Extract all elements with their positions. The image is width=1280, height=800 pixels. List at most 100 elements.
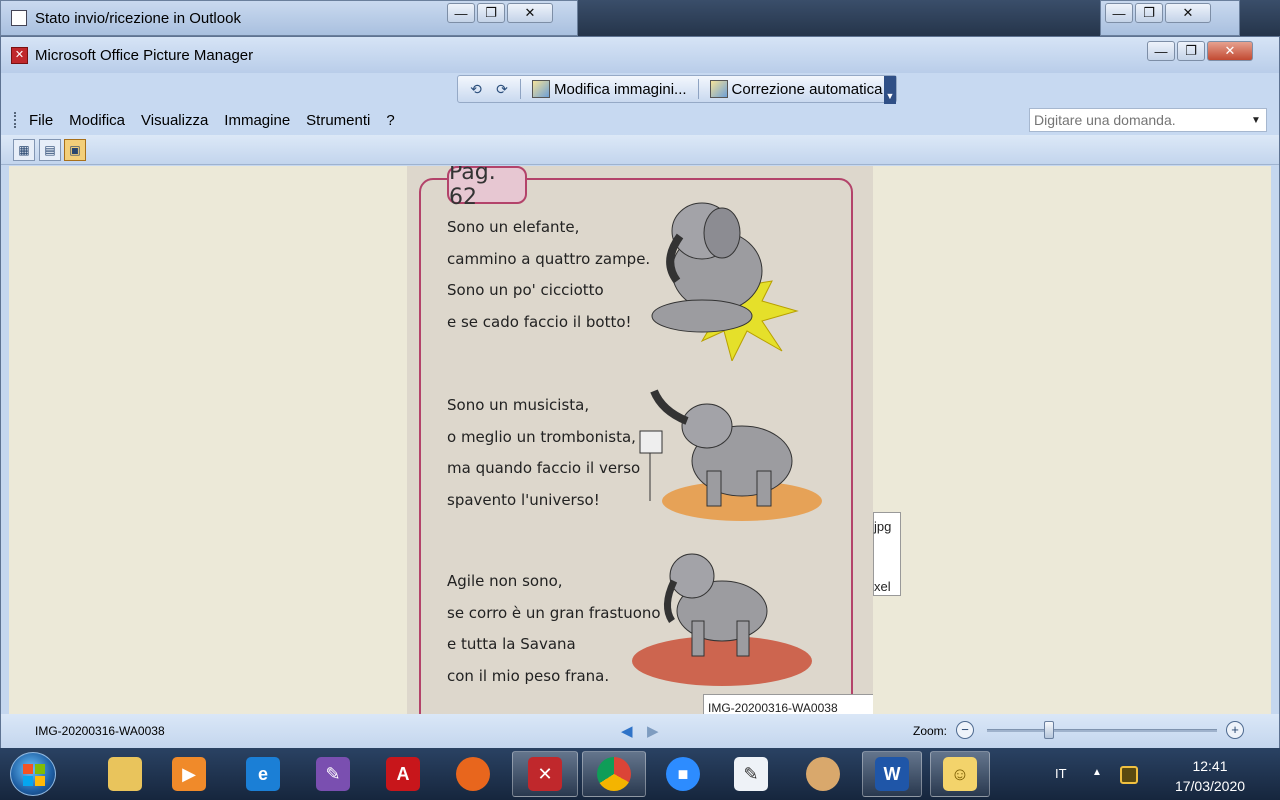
poem-line: Sono un elefante, — [447, 218, 580, 236]
word-taskbar-button[interactable]: W — [862, 751, 922, 797]
whiteboard-icon: ✎ — [734, 757, 768, 791]
folder-icon — [108, 757, 142, 791]
partial-tooltip: jpg xel — [873, 512, 901, 596]
poem-line: e se cado faccio il botto! — [447, 312, 632, 331]
internet-explorer-taskbar-button[interactable]: e — [234, 751, 292, 797]
picture-area: Pag. 62 Sono un elefante, cammino a quat… — [9, 166, 1271, 714]
menu-bar: File Modifica Visualizza Immagine Strume… — [1, 105, 1279, 135]
edit-pictures-icon — [532, 80, 550, 98]
picture-manager-taskbar-button[interactable]: ✕ — [512, 751, 578, 797]
taskbar: ▶ e ✎ A ✕ ■ ✎ W ☺ IT ▲ 12:41 17/03/2020 — [0, 748, 1280, 800]
minimize-button[interactable]: — — [1147, 41, 1175, 61]
menu-visualizza[interactable]: Visualizza — [141, 112, 208, 129]
zoom-slider-thumb[interactable] — [1044, 721, 1055, 739]
window-title: Microsoft Office Picture Manager — [35, 47, 254, 64]
zoom-in-icon[interactable]: + — [1226, 721, 1244, 739]
zoom-taskbar-button[interactable]: ■ — [654, 751, 712, 797]
outlook-restore-button[interactable]: ❐ — [477, 3, 505, 23]
status-filename: IMG-20200316-WA0038 — [35, 724, 165, 738]
partial-tooltip-line: jpg — [874, 519, 892, 534]
poem-stanza-3: Agile non sono, se corro è un gran frast… — [447, 572, 661, 698]
media-player-icon: ▶ — [172, 757, 206, 791]
rotate-right-icon[interactable]: ⟳ — [492, 80, 512, 98]
paint-app-taskbar-button[interactable]: ✎ — [304, 751, 362, 797]
menu-items: File Modifica Visualizza Immagine Strume… — [29, 112, 395, 129]
poem-line: e tutta la Savana — [447, 635, 576, 653]
adobe-reader-taskbar-button[interactable]: A — [374, 751, 432, 797]
language-indicator[interactable]: IT — [1055, 766, 1067, 781]
background-restore-button[interactable]: ❐ — [1135, 3, 1163, 23]
menu-immagine[interactable]: Immagine — [224, 112, 290, 129]
menu-file[interactable]: File — [29, 112, 53, 129]
restore-button[interactable]: ❐ — [1177, 41, 1205, 61]
single-picture-view-icon[interactable]: ▣ — [64, 139, 86, 161]
outlook-send-receive-window[interactable]: Stato invio/ricezione in Outlook — ❐ ✕ — [0, 0, 578, 36]
chevron-down-icon[interactable]: ▼ — [1247, 110, 1265, 130]
sticky-note-icon: ☺ — [943, 757, 977, 791]
outlook-window-controls: — ❐ ✕ — [447, 3, 553, 23]
filmstrip-view-icon[interactable]: ▤ — [39, 139, 61, 161]
status-bar: IMG-20200316-WA0038 ◀ ▶ Zoom: − + — [1, 714, 1279, 748]
background-window-controls: — ❐ ✕ — [1105, 3, 1211, 23]
toolbar-row: ⟲ ⟳ Modifica immagini... Correzione auto… — [1, 73, 1279, 105]
tray-clock-icon[interactable] — [1120, 766, 1138, 784]
zoom-video-icon: ■ — [666, 757, 700, 791]
background-minimize-button[interactable]: — — [1105, 3, 1133, 23]
poem-line: cammino a quattro zampe. — [447, 249, 651, 268]
toolbar-separator — [697, 79, 699, 99]
page-label: Pag. 62 — [447, 166, 527, 210]
firefox-taskbar-button[interactable] — [444, 751, 502, 797]
toolbar-separator — [520, 79, 521, 99]
clock-date: 17/03/2020 — [1174, 778, 1246, 794]
toolbar-options-chevron-icon[interactable]: ▼ — [884, 76, 896, 104]
start-button[interactable] — [10, 752, 56, 796]
poem-line: spavento l'universo! — [447, 490, 600, 509]
zoom-label: Zoom: — [913, 724, 948, 738]
paint-app-icon: ✎ — [316, 757, 350, 791]
outlook-minimize-button[interactable]: — — [447, 3, 475, 23]
help-question-input[interactable] — [1030, 109, 1240, 131]
whiteboard-taskbar-button[interactable]: ✎ — [722, 751, 780, 797]
next-picture-icon[interactable]: ▶ — [647, 722, 659, 740]
show-hidden-icons-icon[interactable]: ▲ — [1092, 767, 1102, 778]
poem-line: con il mio peso frana. — [447, 666, 610, 685]
chrome-icon — [597, 757, 631, 791]
rotate-left-icon[interactable]: ⟲ — [466, 80, 486, 98]
close-button[interactable]: ✕ — [1207, 41, 1253, 61]
media-player-taskbar-button[interactable]: ▶ — [160, 751, 218, 797]
displayed-picture[interactable]: Pag. 62 Sono un elefante, cammino a quat… — [407, 166, 873, 714]
thumbnail-view-icon[interactable]: ▦ — [13, 139, 35, 161]
outlook-sticky-notes-taskbar-button[interactable]: ☺ — [930, 751, 990, 797]
windows-logo-icon — [23, 764, 45, 786]
zoom-slider-track[interactable] — [987, 729, 1217, 732]
outlook-window-icon — [11, 10, 27, 26]
view-bar: ▦ ▤ ▣ — [1, 135, 1279, 165]
menu-help[interactable]: ? — [386, 112, 394, 129]
zoom-out-icon[interactable]: − — [956, 721, 974, 739]
window-controls: — ❐ ✕ — [1147, 41, 1253, 61]
partial-tooltip-line: xel — [874, 579, 891, 594]
menu-modifica[interactable]: Modifica — [69, 112, 125, 129]
previous-picture-icon[interactable]: ◀ — [621, 722, 633, 740]
poem-line: Agile non sono, — [447, 572, 563, 590]
paint-palette-icon — [806, 757, 840, 791]
outlook-close-button[interactable]: ✕ — [507, 3, 553, 23]
file-explorer-taskbar-button[interactable] — [96, 751, 154, 797]
auto-correct-label: Correzione automatica — [731, 80, 883, 98]
help-question-box: ▼ — [1029, 108, 1267, 132]
running-elephant-illustration — [632, 553, 812, 686]
edit-pictures-button[interactable]: Modifica immagini... — [529, 80, 690, 98]
clock-time: 12:41 — [1192, 758, 1228, 774]
paint-palette-taskbar-button[interactable] — [794, 751, 852, 797]
menu-strumenti[interactable]: Strumenti — [306, 112, 370, 129]
poem-stanza-1: Sono un elefante, cammino a quattro zamp… — [447, 218, 650, 344]
system-clock[interactable]: 12:41 17/03/2020 — [1160, 756, 1260, 796]
background-close-button[interactable]: ✕ — [1165, 3, 1211, 23]
word-icon: W — [875, 757, 909, 791]
background-window[interactable]: — ❐ ✕ — [1100, 0, 1240, 36]
auto-correct-icon — [709, 80, 728, 98]
outlook-window-title: Stato invio/ricezione in Outlook — [35, 10, 241, 27]
chrome-taskbar-button[interactable] — [582, 751, 646, 797]
auto-correct-button[interactable]: Correzione automatica — [707, 80, 886, 98]
title-bar: ✕ Microsoft Office Picture Manager — ❐ ✕ — [1, 37, 1279, 73]
